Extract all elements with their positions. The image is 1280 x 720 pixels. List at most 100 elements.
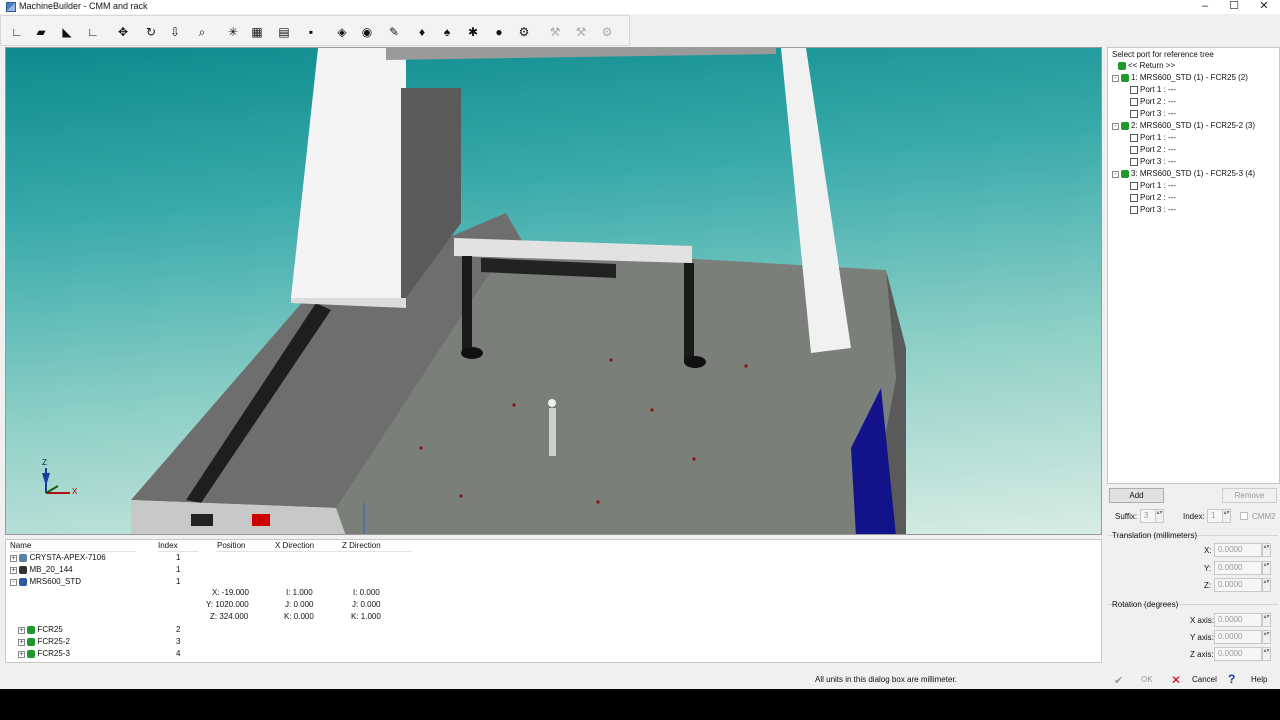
- expand-icon[interactable]: +: [18, 639, 25, 646]
- column-header-position[interactable]: Position: [217, 540, 277, 552]
- app-icon: [6, 2, 16, 12]
- port-label: Port 3 : ---: [1140, 109, 1177, 118]
- expand-icon[interactable]: +: [18, 651, 25, 658]
- cancel-icon: ✕: [1171, 673, 1182, 687]
- pan-icon[interactable]: ⇩: [165, 22, 185, 42]
- remove-button[interactable]: Remove: [1222, 488, 1277, 503]
- port-label: Port 3 : ---: [1140, 205, 1177, 214]
- tree-port[interactable]: Port 1 : ---: [1130, 84, 1176, 96]
- fixture-tool-icon[interactable]: ▰: [31, 22, 51, 42]
- expand-icon[interactable]: +: [10, 555, 17, 562]
- column-header-name[interactable]: Name: [10, 540, 136, 552]
- table-row[interactable]: + MB_20_144: [10, 564, 73, 576]
- rx-input[interactable]: 0.0000: [1214, 613, 1262, 627]
- probe-icon[interactable]: ♦: [412, 22, 432, 42]
- ry-spinner[interactable]: ▴▾: [1262, 630, 1271, 644]
- collapse-icon[interactable]: -: [1112, 170, 1119, 178]
- port-icon: [1130, 206, 1138, 214]
- tx-label: X:: [1204, 546, 1212, 555]
- collapse-icon[interactable]: -: [10, 579, 17, 586]
- axis-tool-2-icon[interactable]: ∟: [83, 22, 103, 42]
- zoom-icon[interactable]: ⌕: [192, 22, 212, 42]
- green-icon: [27, 637, 36, 646]
- tree-item[interactable]: - 2: MRS600_STD (1) - FCR25-2 (3): [1112, 120, 1255, 132]
- table-row[interactable]: + FCR25-2: [18, 636, 70, 648]
- fixture-tool-2-icon[interactable]: ◣: [57, 22, 77, 42]
- ry-input[interactable]: 0.0000: [1214, 630, 1262, 644]
- machine-edit-icon[interactable]: ▤: [274, 22, 294, 42]
- tz-input[interactable]: 0.0000: [1214, 578, 1262, 592]
- ok-button[interactable]: OK: [1141, 675, 1153, 684]
- ty-label: Y:: [1204, 564, 1212, 573]
- tree-return[interactable]: << Return >>: [1118, 60, 1175, 72]
- index-spinner[interactable]: ▴▾: [1222, 509, 1231, 523]
- settings-icon[interactable]: ⚙: [514, 22, 534, 42]
- disabled-tool-2-icon[interactable]: ⚒: [571, 22, 591, 42]
- minimize-icon[interactable]: –: [1190, 0, 1220, 14]
- expand-icon[interactable]: +: [10, 567, 17, 574]
- table-row[interactable]: - MRS600_STD: [10, 576, 81, 588]
- expand-icon[interactable]: +: [18, 627, 25, 634]
- tree-port[interactable]: Port 1 : ---: [1130, 132, 1176, 144]
- rz-input[interactable]: 0.0000: [1214, 647, 1262, 661]
- save-icon[interactable]: ▪: [301, 22, 321, 42]
- tree-port[interactable]: Port 1 : ---: [1130, 180, 1176, 192]
- collapse-icon[interactable]: -: [1112, 74, 1119, 82]
- ty-spinner[interactable]: ▴▾: [1262, 561, 1271, 575]
- stylus-ball: [548, 399, 556, 407]
- tree-port[interactable]: Port 3 : ---: [1130, 204, 1176, 216]
- collapse-icon[interactable]: -: [1112, 122, 1119, 130]
- color-icon[interactable]: ●: [489, 22, 509, 42]
- rack-foot-right: [684, 356, 706, 368]
- rx-spinner[interactable]: ▴▾: [1262, 613, 1271, 627]
- machine-icon[interactable]: ▦: [247, 22, 267, 42]
- port-icon: [1130, 194, 1138, 202]
- tz-spinner[interactable]: ▴▾: [1262, 578, 1271, 592]
- close-icon[interactable]: ✕: [1249, 0, 1279, 14]
- disabled-tool-1-icon[interactable]: ⚒: [545, 22, 565, 42]
- rz-spinner[interactable]: ▴▾: [1262, 647, 1271, 661]
- tree-port[interactable]: Port 2 : ---: [1130, 144, 1176, 156]
- table-row[interactable]: + FCR25: [18, 624, 63, 636]
- port-icon: [1130, 134, 1138, 142]
- cmm2-checkbox[interactable]: [1240, 512, 1248, 520]
- ty-input[interactable]: 0.0000: [1214, 561, 1262, 575]
- row-name: FCR25: [37, 625, 63, 634]
- table-row[interactable]: + FCR25-3: [18, 648, 70, 660]
- rack-foot-left: [461, 347, 483, 359]
- stylus-icon[interactable]: ♠: [437, 22, 457, 42]
- tx-input[interactable]: 0.0000: [1214, 543, 1262, 557]
- 3d-viewport[interactable]: Z X: [5, 47, 1102, 535]
- move-icon[interactable]: ✥: [113, 22, 133, 42]
- table-row[interactable]: + CRYSTA-APEX-7106: [10, 552, 106, 564]
- add-button[interactable]: Add: [1109, 488, 1164, 503]
- cancel-button[interactable]: Cancel: [1192, 675, 1217, 684]
- column-header-z-direction[interactable]: Z Direction: [342, 540, 412, 552]
- axis-tool-1-icon[interactable]: ∟: [7, 22, 27, 42]
- row-name: CRYSTA-APEX-7106: [29, 553, 106, 562]
- rotate-icon[interactable]: ↻: [141, 22, 161, 42]
- column-header-index[interactable]: Index: [158, 540, 198, 552]
- view-solid-icon[interactable]: ◉: [357, 22, 377, 42]
- tree-item-label: 1: MRS600_STD (1) - FCR25 (2): [1131, 73, 1248, 82]
- light-icon[interactable]: ✳: [223, 22, 243, 42]
- rack-icon[interactable]: ✱: [463, 22, 483, 42]
- port-label: Port 2 : ---: [1140, 97, 1177, 106]
- tree-item[interactable]: - 1: MRS600_STD (1) - FCR25 (2): [1112, 72, 1248, 84]
- reference-tree-header: Select port for reference tree: [1112, 50, 1214, 59]
- tree-port[interactable]: Port 2 : ---: [1130, 192, 1176, 204]
- tree-port[interactable]: Port 2 : ---: [1130, 96, 1176, 108]
- view-probe-icon[interactable]: ✎: [384, 22, 404, 42]
- machine-icon: [19, 553, 28, 562]
- view-3d-icon[interactable]: ◈: [332, 22, 352, 42]
- port-icon: [1130, 158, 1138, 166]
- tree-item[interactable]: - 3: MRS600_STD (1) - FCR25-3 (4): [1112, 168, 1255, 180]
- column-header-x-direction[interactable]: X Direction: [275, 540, 345, 552]
- tree-port[interactable]: Port 3 : ---: [1130, 108, 1176, 120]
- help-button[interactable]: Help: [1251, 675, 1267, 684]
- suffix-spinner[interactable]: ▴▾: [1155, 509, 1164, 523]
- maximize-icon[interactable]: ☐: [1219, 0, 1249, 14]
- tx-spinner[interactable]: ▴▾: [1262, 543, 1271, 557]
- disabled-tool-3-icon[interactable]: ⚙: [597, 22, 617, 42]
- tree-port[interactable]: Port 3 : ---: [1130, 156, 1176, 168]
